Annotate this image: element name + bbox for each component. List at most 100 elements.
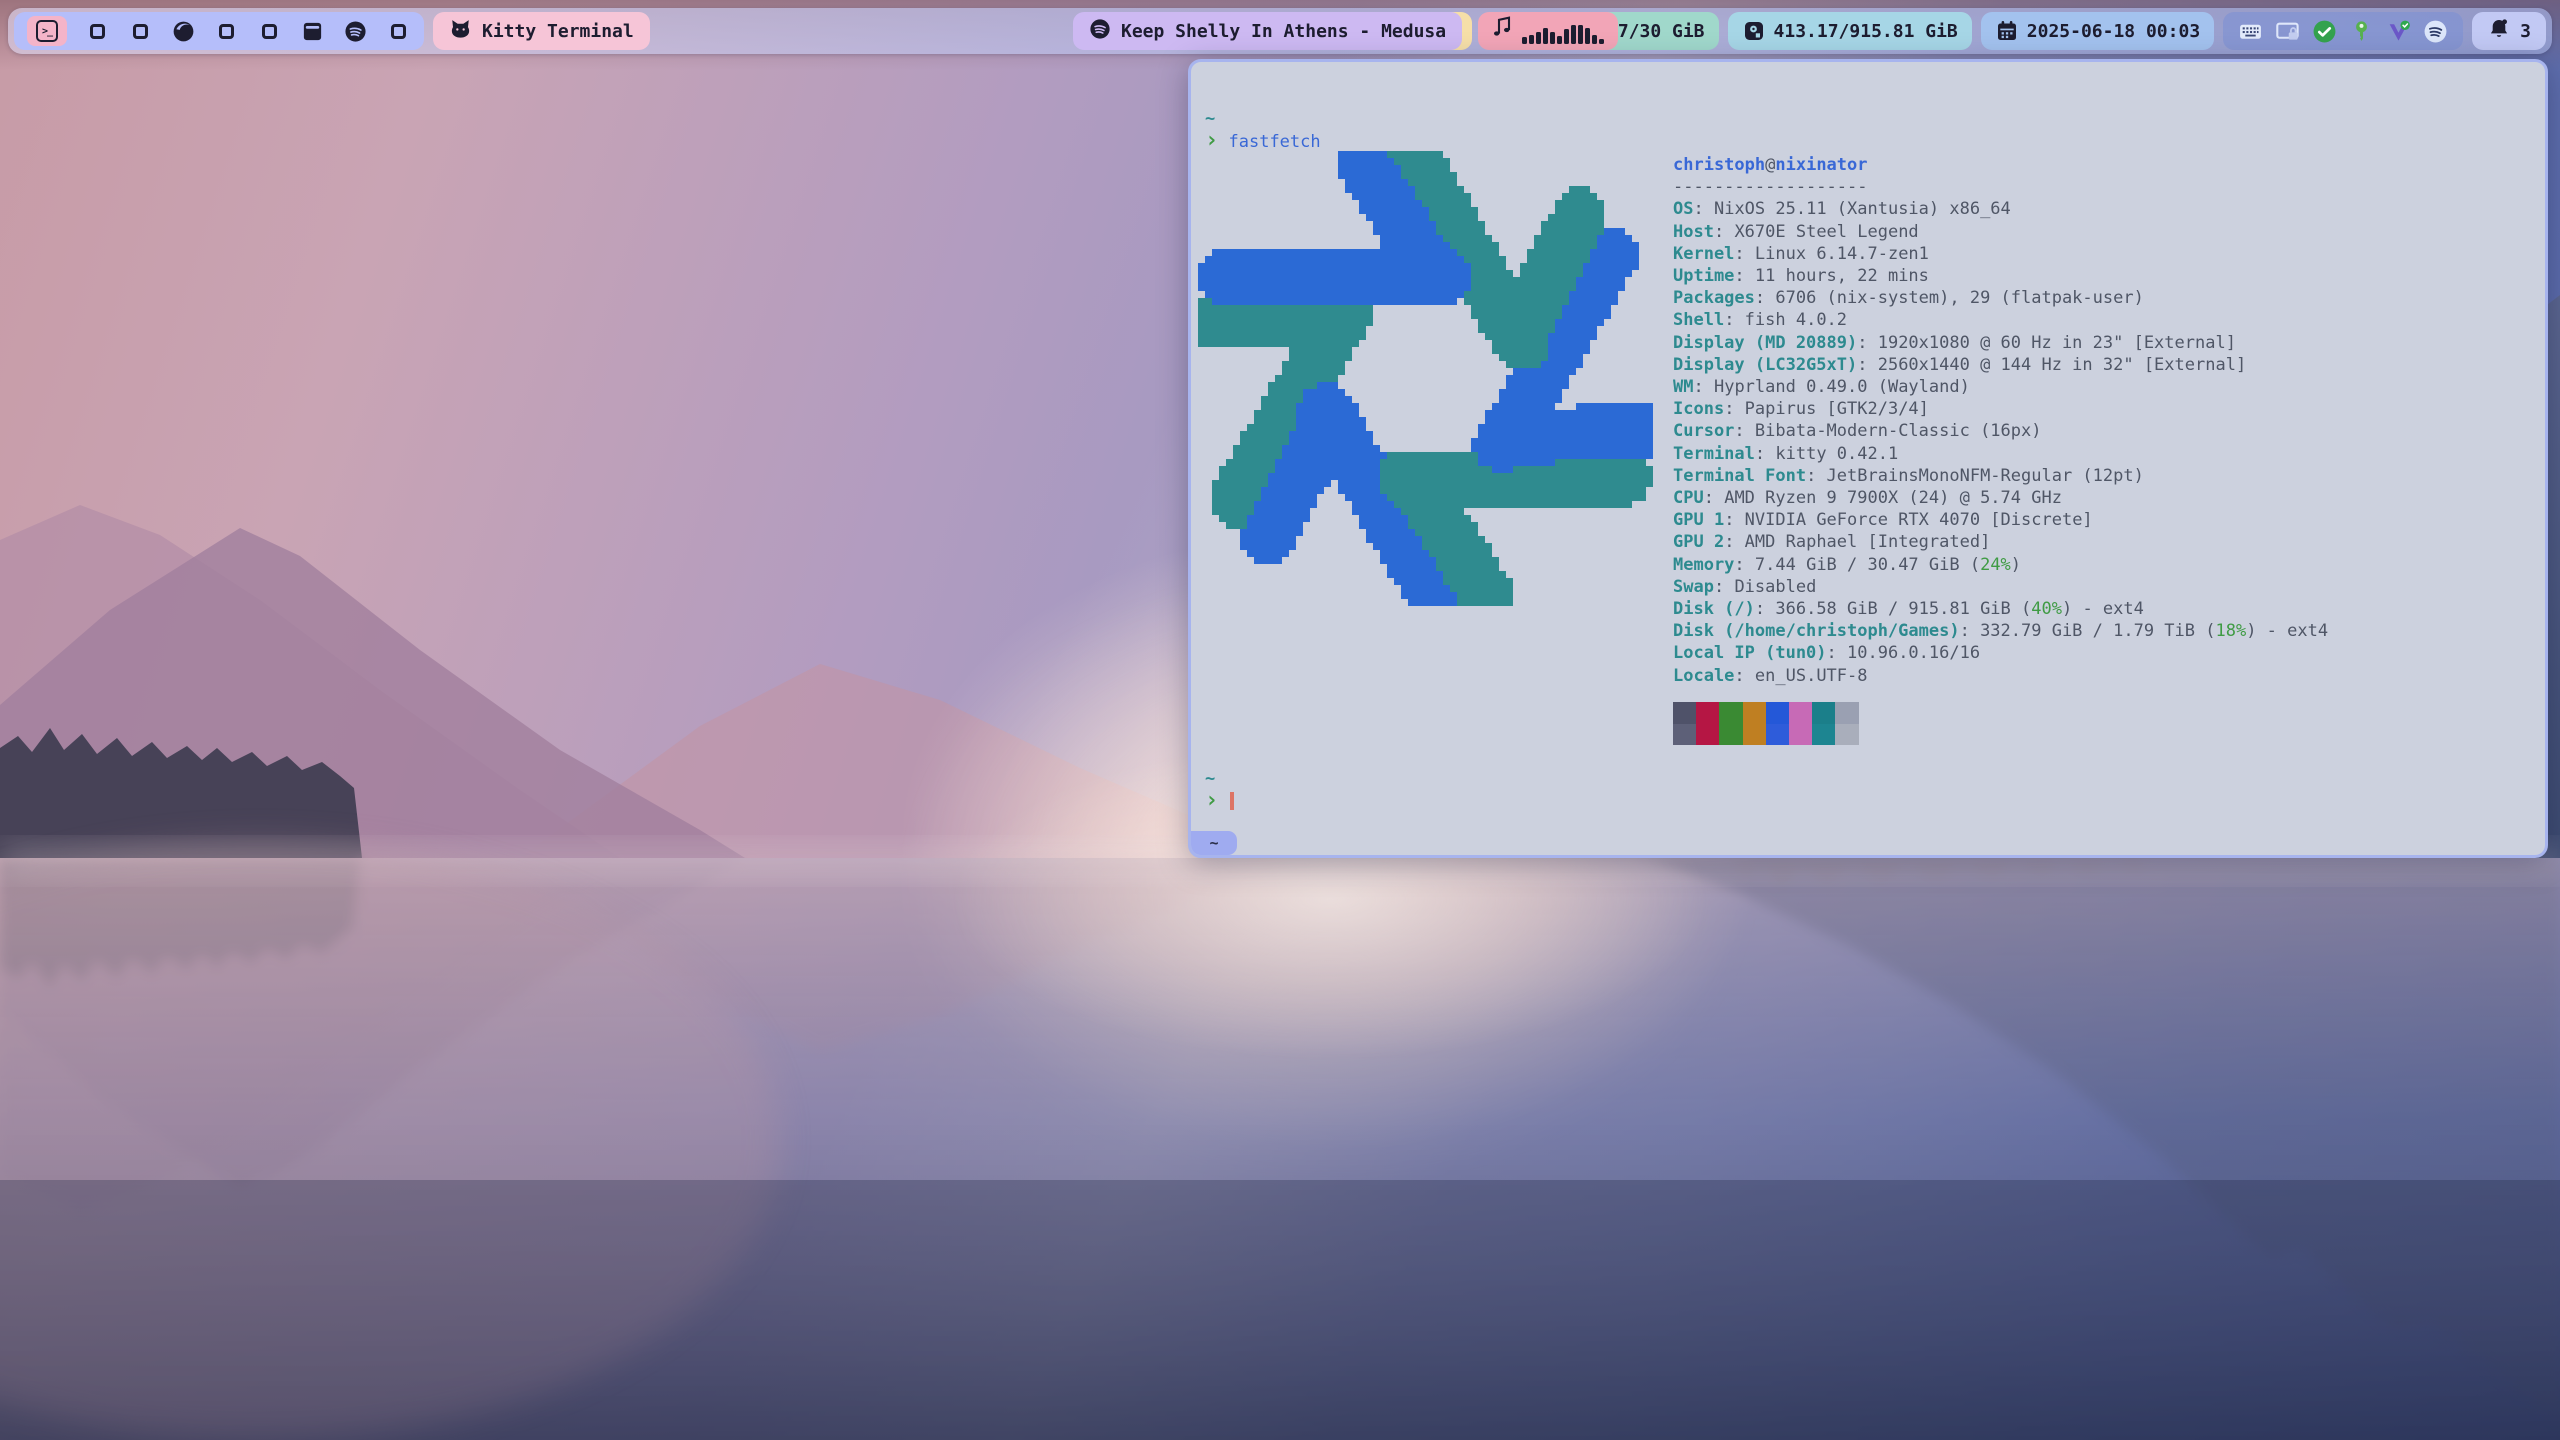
fastfetch-title: christoph@nixinator — [1673, 154, 2328, 176]
fastfetch-line: Uptime: 11 hours, 22 mins — [1673, 265, 2328, 287]
fastfetch-line: Locale: en_US.UTF-8 — [1673, 665, 2328, 687]
visualizer-bar — [1571, 25, 1576, 44]
visualizer-bar — [1536, 32, 1541, 44]
visualizer-bar — [1578, 25, 1583, 44]
tab-label: ~ — [1209, 832, 1218, 854]
prompt-symbol: › — [1205, 788, 1218, 813]
palette-swatch — [1719, 724, 1742, 746]
palette-swatch — [1766, 724, 1789, 746]
terminal-color-palette — [1673, 702, 1859, 745]
nixos-logo — [1198, 151, 1653, 606]
memory-value: 7/30 GiB — [1618, 21, 1705, 42]
music-pill[interactable]: Keep Shelly In Athens - Medusa — [1073, 12, 1462, 50]
status-bar: >_ Kitty Terminal Keep Shelly In Athens … — [8, 8, 2552, 54]
fastfetch-line: Display (LC32G5xT): 2560x1440 @ 144 Hz i… — [1673, 354, 2328, 376]
palette-swatch — [1673, 724, 1696, 746]
workspace-3-workspace-square-icon[interactable] — [127, 16, 153, 46]
bar-center: Keep Shelly In Athens - Medusa — [1073, 12, 1618, 50]
fastfetch-line: Icons: Papirus [GTK2/3/4] — [1673, 398, 2328, 420]
prompt-symbol: › — [1205, 128, 1218, 153]
fastfetch-line: Memory: 7.44 GiB / 30.47 GiB (24%) — [1673, 554, 2328, 576]
palette-swatch — [1835, 724, 1858, 746]
fastfetch-line: Terminal Font: JetBrainsMonoNFM-Regular … — [1673, 465, 2328, 487]
palette-swatch — [1766, 702, 1789, 724]
fastfetch-line: Disk (/home/christoph/Games): 332.79 GiB… — [1673, 620, 2328, 642]
visualizer-bar — [1529, 35, 1534, 44]
fastfetch-line: Terminal: kitty 0.42.1 — [1673, 443, 2328, 465]
fastfetch-separator: ------------------- — [1673, 176, 2328, 198]
workspaces: >_ — [14, 12, 424, 50]
shell-history: ~ › fastfetch — [1205, 108, 1321, 153]
fastfetch-line: Local IP (tun0): 10.96.0.16/16 — [1673, 642, 2328, 664]
visualizer-bar — [1599, 39, 1604, 44]
fastfetch-line: GPU 2: AMD Raphael [Integrated] — [1673, 531, 2328, 553]
desktop: >_ Kitty Terminal Keep Shelly In Athens … — [0, 0, 2560, 1440]
visualizer-bar — [1543, 28, 1548, 44]
kitty-terminal-window[interactable]: ~ › fastfetch christoph@nixinator-------… — [1188, 59, 2548, 858]
workspace-5-workspace-square-icon[interactable] — [213, 16, 239, 46]
workspace-9-workspace-square-icon[interactable] — [385, 16, 411, 46]
palette-swatch — [1743, 724, 1766, 746]
palette-swatch — [1696, 724, 1719, 746]
workspace-1-terminal-icon[interactable]: >_ — [27, 16, 67, 46]
palette-row-2 — [1673, 724, 1859, 746]
keyboard-icon[interactable] — [2238, 19, 2263, 44]
fastfetch-line: Cursor: Bibata-Modern-Classic (16px) — [1673, 420, 2328, 442]
audio-visualizer-bars — [1522, 18, 1604, 44]
clock-value: 2025-06-18 00:03 — [2027, 21, 2200, 42]
fastfetch-line: GPU 1: NVIDIA GeForce RTX 4070 [Discrete… — [1673, 509, 2328, 531]
palette-swatch — [1835, 702, 1858, 724]
clock-pill[interactable]: 2025-06-18 00:03 — [1981, 12, 2214, 50]
terminal-content: ~ › fastfetch christoph@nixinator-------… — [1191, 62, 2545, 855]
calendar-icon — [1995, 19, 2019, 43]
shell-prompt[interactable]: ~ › — [1205, 768, 1234, 813]
check-circle-icon[interactable] — [2312, 19, 2337, 44]
text-cursor — [1230, 792, 1234, 810]
visualizer-bar — [1592, 35, 1597, 44]
visualizer-bar — [1564, 29, 1569, 44]
fastfetch-line: WM: Hyprland 0.49.0 (Wayland) — [1673, 376, 2328, 398]
cat-icon — [449, 17, 472, 45]
music-note-icon — [1490, 14, 1514, 43]
prompt-path: ~ — [1205, 109, 1215, 129]
fastfetch-line: Display (MD 20889): 1920x1080 @ 60 Hz in… — [1673, 332, 2328, 354]
fastfetch-line: Kernel: Linux 6.14.7-zen1 — [1673, 243, 2328, 265]
screenshare-lock-icon[interactable] — [2275, 19, 2300, 44]
disk-icon — [1742, 19, 1766, 43]
disk-value: 413.17/915.81 GiB — [1774, 21, 1958, 42]
notification-count: 3 — [2520, 21, 2531, 42]
spotify-light-icon[interactable] — [2423, 19, 2448, 44]
prompt-path: ~ — [1205, 769, 1215, 789]
workspace-8-spotify-icon[interactable] — [342, 16, 368, 46]
command-text: fastfetch — [1229, 132, 1321, 152]
palette-swatch — [1673, 702, 1696, 724]
fastfetch-line: Packages: 6706 (nix-system), 29 (flatpak… — [1673, 287, 2328, 309]
music-title: Keep Shelly In Athens - Medusa — [1121, 21, 1446, 42]
palette-swatch — [1789, 702, 1812, 724]
visualizer-bar — [1585, 28, 1590, 44]
vpn-check-icon[interactable] — [2386, 19, 2411, 44]
workspace-7-files-icon[interactable] — [299, 16, 325, 46]
visualizer-pill[interactable] — [1478, 12, 1618, 50]
workspace-4-firefox-icon[interactable] — [170, 16, 196, 46]
fastfetch-line: CPU: AMD Ryzen 9 7900X (24) @ 5.74 GHz — [1673, 487, 2328, 509]
active-window-pill[interactable]: Kitty Terminal — [433, 12, 650, 50]
fastfetch-line: Host: X670E Steel Legend — [1673, 221, 2328, 243]
palette-swatch — [1743, 702, 1766, 724]
system-tray — [2223, 12, 2463, 50]
key-icon[interactable] — [2349, 19, 2374, 44]
palette-swatch — [1789, 724, 1812, 746]
palette-swatch — [1812, 724, 1835, 746]
palette-row-1 — [1673, 702, 1859, 724]
terminal-tab-home[interactable]: ~ — [1191, 831, 1237, 855]
workspace-2-workspace-square-icon[interactable] — [84, 16, 110, 46]
fastfetch-info: christoph@nixinator-------------------OS… — [1673, 154, 2328, 687]
workspace-6-workspace-square-icon[interactable] — [256, 16, 282, 46]
fastfetch-line: Swap: Disabled — [1673, 576, 2328, 598]
visualizer-bar — [1550, 32, 1555, 44]
notification-pill[interactable]: 3 — [2472, 12, 2546, 50]
disk-pill[interactable]: 413.17/915.81 GiB — [1728, 12, 1972, 50]
terminal-tab-bar: ~ — [1191, 831, 2545, 855]
bell-icon — [2487, 17, 2511, 46]
active-window-title: Kitty Terminal — [482, 21, 634, 42]
